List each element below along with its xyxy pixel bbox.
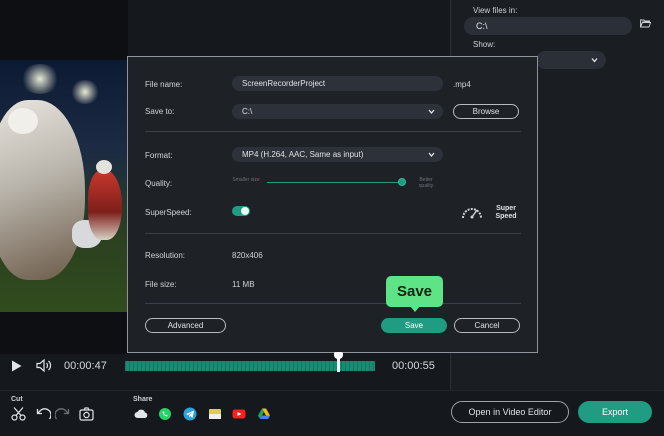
whatsapp-icon[interactable] <box>158 407 172 421</box>
format-value: MP4 (H.264, AAC, Same as input) <box>242 150 364 159</box>
save-to-dropdown[interactable]: C:\ <box>232 104 443 119</box>
camera-snapshot-icon[interactable] <box>79 407 94 421</box>
quality-better-caption: Better quality <box>418 177 434 189</box>
open-in-video-editor-button[interactable]: Open in Video Editor <box>451 401 569 423</box>
stadium-light <box>20 64 60 94</box>
save-to-label: Save to: <box>145 107 175 116</box>
redo-icon[interactable] <box>55 407 70 421</box>
view-files-label: View files in: <box>473 6 518 15</box>
quality-slider-track[interactable] <box>267 182 403 183</box>
stadium-light <box>70 80 100 104</box>
scissors-icon[interactable] <box>11 407 26 421</box>
playhead[interactable] <box>336 352 340 372</box>
cut-section-label: Cut <box>11 396 23 403</box>
folder-open-icon[interactable] <box>640 19 651 28</box>
speedometer-icon <box>462 208 482 219</box>
youtube-icon[interactable] <box>232 407 246 421</box>
football-player-red <box>88 170 122 240</box>
end-time: 00:00:55 <box>392 360 435 372</box>
preview-bottom-area <box>0 312 128 354</box>
dialog-divider <box>145 233 521 234</box>
browse-button[interactable]: Browse <box>453 104 519 119</box>
screen-recorder-app: View files in: C:\ Show: File name: Scre… <box>0 0 664 436</box>
file-extension: .mp4 <box>453 80 471 89</box>
dialog-divider <box>145 303 521 304</box>
current-time: 00:00:47 <box>64 360 107 372</box>
player-helmet <box>8 108 38 134</box>
file-size-label: File size: <box>145 280 177 289</box>
show-label: Show: <box>473 40 496 49</box>
cancel-button[interactable]: Cancel <box>454 318 520 333</box>
file-name-input[interactable]: ScreenRecorderProject <box>232 76 443 91</box>
red-player-helmet <box>96 160 112 174</box>
super-speed-caption: Super Speed <box>495 205 517 220</box>
telegram-icon[interactable] <box>183 407 197 421</box>
save-tooltip: Save <box>386 276 443 307</box>
chevron-down-icon <box>428 152 435 158</box>
superspeed-toggle[interactable] <box>232 206 250 216</box>
file-size-value: 11 MB <box>232 280 255 289</box>
quality-smaller-caption: Smaller size <box>232 177 260 183</box>
format-label: Format: <box>145 151 173 160</box>
volume-icon[interactable] <box>36 359 52 372</box>
tooltip-tail <box>410 306 420 312</box>
superspeed-label: SuperSpeed: <box>145 208 192 217</box>
quality-label: Quality: <box>145 179 173 188</box>
advanced-button[interactable]: Advanced <box>145 318 226 333</box>
chevron-down-icon <box>428 109 435 115</box>
show-dropdown[interactable] <box>536 51 606 69</box>
save-to-value: C:\ <box>242 107 253 116</box>
top-left-empty-area <box>0 0 128 60</box>
resolution-label: Resolution: <box>145 251 186 260</box>
play-icon[interactable] <box>11 360 22 372</box>
quality-slider-knob[interactable] <box>398 178 406 186</box>
chevron-down-icon <box>591 58 598 63</box>
dialog-divider <box>145 131 521 132</box>
save-button[interactable]: Save <box>381 318 447 333</box>
undo-icon[interactable] <box>36 407 51 421</box>
resolution-value: 820x406 <box>232 251 263 260</box>
folder-share-icon[interactable] <box>208 407 222 421</box>
file-name-label: File name: <box>145 80 183 89</box>
google-drive-icon[interactable] <box>257 407 271 421</box>
share-section-label: Share <box>133 396 153 403</box>
format-dropdown[interactable]: MP4 (H.264, AAC, Same as input) <box>232 147 443 162</box>
toggle-knob <box>241 207 249 215</box>
cloud-icon[interactable] <box>134 407 148 421</box>
video-preview <box>0 60 128 312</box>
export-button[interactable]: Export <box>578 401 652 423</box>
view-files-field[interactable]: C:\ <box>464 17 632 35</box>
